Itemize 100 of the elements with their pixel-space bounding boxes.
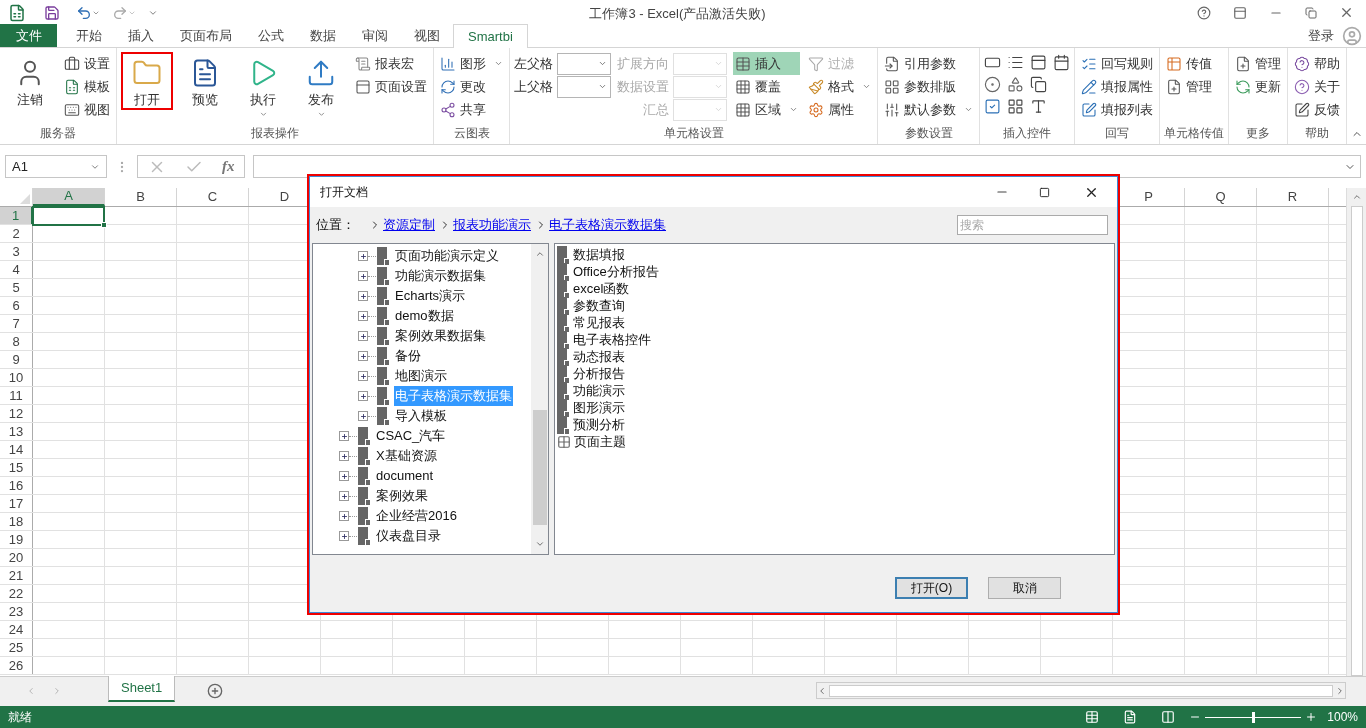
column-header[interactable]: C [177,188,249,206]
row-header[interactable]: 18 [0,513,33,530]
expand-icon[interactable] [358,331,368,341]
expand-icon[interactable] [358,411,368,421]
row-header[interactable]: 1 [0,207,33,224]
dialog-button[interactable]: 取消 [988,576,1061,599]
ribbon-button[interactable]: 属性 [806,98,873,121]
expand-icon[interactable] [358,251,368,261]
expand-icon[interactable] [339,491,349,501]
row-header[interactable]: 24 [0,621,33,638]
control-button[interactable] [1007,54,1024,71]
row-header[interactable]: 25 [0,639,33,656]
breadcrumb-link[interactable]: 报表功能演示 [453,215,531,235]
tree-item[interactable]: 仪表盘目录 [375,526,442,546]
row-header[interactable]: 14 [0,441,33,458]
ribbon-button[interactable]: 格式 [806,75,873,98]
ribbon-button[interactable]: 更新 [1233,75,1283,98]
dropdown-field[interactable] [673,75,727,98]
ribbon-button[interactable]: 覆盖 [733,75,800,98]
ribbon-large-button[interactable]: 执行 [237,52,289,120]
expand-icon[interactable] [358,351,368,361]
ribbon-large-button[interactable]: 打开 [121,52,173,110]
vertical-scrollbar[interactable] [1346,188,1366,676]
sheet-tab[interactable]: Sheet1 [108,676,176,702]
expand-icon[interactable] [358,391,368,401]
expand-icon[interactable] [358,311,368,321]
zoom-level[interactable]: 100% [1327,708,1358,726]
ribbon-button[interactable]: 模板 [62,75,112,98]
column-header[interactable]: R [1257,188,1329,206]
control-button[interactable] [984,76,1001,93]
restore-icon[interactable] [1305,6,1317,19]
tree-item[interactable]: 案例效果数据集 [394,326,487,346]
row-header[interactable]: 6 [0,297,33,314]
row-header[interactable]: 2 [0,225,33,242]
control-button[interactable] [1030,98,1047,115]
zoom-thumb[interactable] [1252,711,1256,723]
ribbon-button[interactable]: 关于 [1292,75,1342,98]
active-cell[interactable] [32,206,105,226]
expand-icon[interactable] [358,371,368,381]
expand-icon[interactable] [339,431,349,441]
page-break-icon[interactable] [1161,710,1176,724]
tree-item[interactable]: 企业经营2016 [375,506,458,526]
control-button[interactable] [1053,54,1070,71]
page-layout-icon[interactable] [1123,710,1138,724]
ribbon-button[interactable]: 共享 [438,98,505,121]
ribbon-tab[interactable]: 视图 [401,24,453,47]
insert-function-button[interactable]: fx [221,155,235,178]
ribbon-button[interactable]: 帮助 [1292,52,1342,75]
ribbon-button[interactable]: 视图 [62,98,112,121]
ribbon-button[interactable]: 页面设置 [353,75,429,98]
maximize-icon[interactable] [1039,186,1050,198]
ribbon-button[interactable]: 设置 [62,52,112,75]
row-header[interactable]: 16 [0,477,33,494]
ribbon-tab[interactable]: 公式 [245,24,297,47]
ribbon-tab[interactable]: 审阅 [349,24,401,47]
breadcrumb-link[interactable]: 资源定制 [383,215,435,235]
row-header[interactable]: 13 [0,423,33,440]
row-header[interactable]: 21 [0,567,33,584]
ribbon-tab[interactable]: 开始 [63,24,115,47]
ribbon-button[interactable]: 更改 [438,75,505,98]
ribbon-tab[interactable]: 插入 [115,24,167,47]
ribbon-button[interactable]: 报表宏 [353,52,429,75]
ribbon-large-button[interactable]: 预览 [179,52,231,110]
help-icon[interactable] [1197,5,1211,20]
control-button[interactable] [1030,76,1047,93]
dropdown-field[interactable] [673,52,727,75]
ribbon-large-button[interactable]: 注销 [4,52,56,110]
name-box[interactable]: A1 [5,155,107,178]
expand-icon[interactable] [339,451,349,461]
dropdown-field[interactable] [673,98,727,121]
save-icon[interactable] [44,4,60,21]
ribbon-button[interactable]: 反馈 [1292,98,1342,121]
dialog-button[interactable]: 打开(O) [895,576,968,599]
column-header[interactable]: B [105,188,177,206]
ribbon-button[interactable]: 图形 [438,52,505,75]
column-header[interactable]: A [33,188,105,206]
row-header[interactable]: 8 [0,333,33,350]
expand-icon[interactable] [339,511,349,521]
row-header[interactable]: 15 [0,459,33,476]
scroll-left-icon[interactable] [817,685,827,696]
row-header[interactable]: 10 [0,369,33,386]
scroll-down-icon[interactable] [534,539,545,549]
tree-item[interactable]: Echarts演示 [394,286,467,306]
ribbon-tab[interactable]: 数据 [297,24,349,47]
file-tab[interactable]: 文件 [0,24,57,47]
tree-item[interactable]: document [375,466,435,486]
ribbon-button[interactable]: 插入 [733,52,800,75]
row-header[interactable]: 11 [0,387,33,404]
undo-icon[interactable] [76,4,92,21]
sign-in-link[interactable]: 登录 [1308,26,1334,46]
row-header[interactable]: 22 [0,585,33,602]
ribbon-button[interactable]: 填报列表 [1079,98,1155,121]
horizontal-scrollbar[interactable] [816,682,1346,699]
dropdown-field[interactable] [557,52,611,75]
ribbon-large-button[interactable]: 发布 [295,52,347,120]
ribbon-button[interactable]: 填报属性 [1079,75,1155,98]
ribbon-button[interactable]: 区域 [733,98,800,121]
row-header[interactable]: 9 [0,351,33,368]
control-button[interactable] [1007,76,1024,93]
breadcrumb-link[interactable]: 电子表格演示数据集 [549,215,666,235]
